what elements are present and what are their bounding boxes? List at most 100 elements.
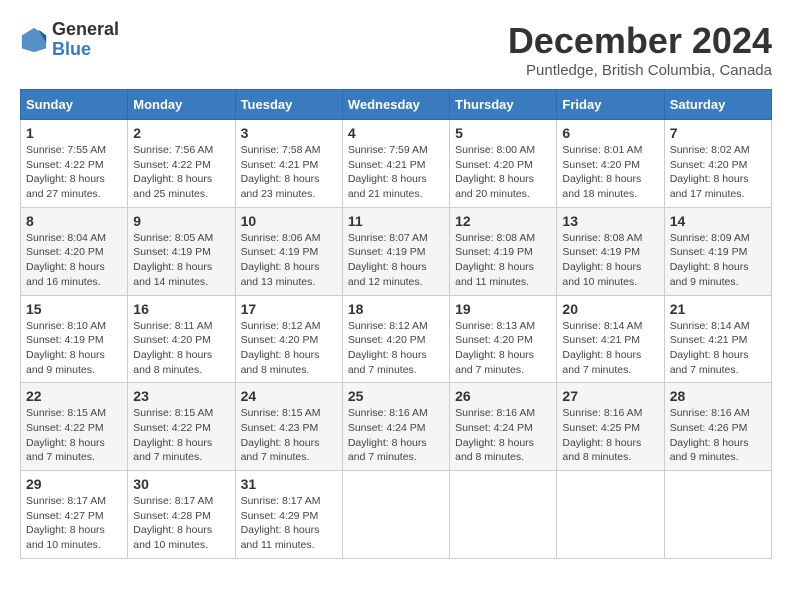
- calendar-cell: 3Sunrise: 7:58 AMSunset: 4:21 PMDaylight…: [235, 120, 342, 208]
- day-number: 3: [241, 125, 337, 141]
- calendar-cell: 15 Sunrise: 8:10 AMSunset: 4:19 PMDayligh…: [21, 295, 128, 383]
- calendar-cell: 17 Sunrise: 8:12 AMSunset: 4:20 PMDayligh…: [235, 295, 342, 383]
- day-number: 16: [133, 301, 229, 317]
- week-row-3: 15 Sunrise: 8:10 AMSunset: 4:19 PMDayligh…: [21, 295, 772, 383]
- day-number: 19: [455, 301, 551, 317]
- day-number: 4: [348, 125, 444, 141]
- calendar-cell: [557, 471, 664, 559]
- weekday-header-thursday: Thursday: [450, 90, 557, 120]
- month-title: December 2024: [508, 20, 772, 62]
- logo-general: General: [52, 20, 119, 40]
- day-number: 8: [26, 213, 122, 229]
- calendar-cell: 12 Sunrise: 8:08 AMSunset: 4:19 PMDayligh…: [450, 207, 557, 295]
- day-number: 30: [133, 476, 229, 492]
- day-info: Sunrise: 8:14 AMSunset: 4:21 PMDaylight:…: [562, 319, 658, 378]
- week-row-5: 29Sunrise: 8:17 AMSunset: 4:27 PMDayligh…: [21, 471, 772, 559]
- day-info: Sunrise: 8:16 AMSunset: 4:25 PMDaylight:…: [562, 406, 658, 465]
- day-info: Sunrise: 8:16 AMSunset: 4:24 PMDaylight:…: [348, 406, 444, 465]
- day-info: Sunrise: 8:14 AMSunset: 4:21 PMDaylight:…: [670, 319, 766, 378]
- day-info: Sunrise: 8:17 AMSunset: 4:28 PMDaylight:…: [133, 494, 229, 553]
- day-number: 7: [670, 125, 766, 141]
- weekday-header-sunday: Sunday: [21, 90, 128, 120]
- location: Puntledge, British Columbia, Canada: [508, 62, 772, 79]
- day-number: 27: [562, 388, 658, 404]
- calendar-cell: 31 Sunrise: 8:17 AMSunset: 4:29 PMDayligh…: [235, 471, 342, 559]
- calendar-cell: 27 Sunrise: 8:16 AMSunset: 4:25 PMDayligh…: [557, 383, 664, 471]
- day-info: Sunrise: 8:16 AMSunset: 4:24 PMDaylight:…: [455, 406, 551, 465]
- day-number: 12: [455, 213, 551, 229]
- calendar-cell: 18Sunrise: 8:12 AMSunset: 4:20 PMDayligh…: [342, 295, 449, 383]
- calendar-table: SundayMondayTuesdayWednesdayThursdayFrid…: [20, 89, 772, 559]
- day-number: 11: [348, 213, 444, 229]
- calendar-cell: 28Sunrise: 8:16 AMSunset: 4:26 PMDayligh…: [664, 383, 771, 471]
- week-row-4: 22 Sunrise: 8:15 AMSunset: 4:22 PMDayligh…: [21, 383, 772, 471]
- weekday-header-saturday: Saturday: [664, 90, 771, 120]
- calendar-cell: 2 Sunrise: 7:56 AMSunset: 4:22 PMDaylight…: [128, 120, 235, 208]
- day-info: Sunrise: 8:08 AMSunset: 4:19 PMDaylight:…: [562, 231, 658, 290]
- day-number: 2: [133, 125, 229, 141]
- day-number: 24: [241, 388, 337, 404]
- day-number: 20: [562, 301, 658, 317]
- day-info: Sunrise: 8:12 AMSunset: 4:20 PMDaylight:…: [241, 319, 337, 378]
- weekday-header-monday: Monday: [128, 90, 235, 120]
- calendar-cell: 25 Sunrise: 8:16 AMSunset: 4:24 PMDayligh…: [342, 383, 449, 471]
- day-info: Sunrise: 8:00 AMSunset: 4:20 PMDaylight:…: [455, 143, 551, 202]
- day-info: Sunrise: 8:09 AMSunset: 4:19 PMDaylight:…: [670, 231, 766, 290]
- calendar-cell: 11 Sunrise: 8:07 AMSunset: 4:19 PMDayligh…: [342, 207, 449, 295]
- day-number: 10: [241, 213, 337, 229]
- calendar-cell: 5 Sunrise: 8:00 AMSunset: 4:20 PMDaylight…: [450, 120, 557, 208]
- day-number: 21: [670, 301, 766, 317]
- day-number: 1: [26, 125, 122, 141]
- weekday-header-wednesday: Wednesday: [342, 90, 449, 120]
- calendar-cell: 7Sunrise: 8:02 AMSunset: 4:20 PMDaylight…: [664, 120, 771, 208]
- day-info: Sunrise: 8:07 AMSunset: 4:19 PMDaylight:…: [348, 231, 444, 290]
- day-number: 22: [26, 388, 122, 404]
- calendar-cell: 6 Sunrise: 8:01 AMSunset: 4:20 PMDaylight…: [557, 120, 664, 208]
- day-info: Sunrise: 8:11 AMSunset: 4:20 PMDaylight:…: [133, 319, 229, 378]
- calendar-cell: 9 Sunrise: 8:05 AMSunset: 4:19 PMDaylight…: [128, 207, 235, 295]
- day-number: 5: [455, 125, 551, 141]
- logo-icon: [20, 26, 48, 54]
- day-number: 15: [26, 301, 122, 317]
- calendar-cell: 10 Sunrise: 8:06 AMSunset: 4:19 PMDayligh…: [235, 207, 342, 295]
- day-number: 9: [133, 213, 229, 229]
- day-info: Sunrise: 8:15 AMSunset: 4:22 PMDaylight:…: [133, 406, 229, 465]
- day-number: 29: [26, 476, 122, 492]
- calendar-cell: 21 Sunrise: 8:14 AMSunset: 4:21 PMDayligh…: [664, 295, 771, 383]
- logo-text: General Blue: [52, 20, 119, 60]
- calendar-cell: 22 Sunrise: 8:15 AMSunset: 4:22 PMDayligh…: [21, 383, 128, 471]
- weekday-header-tuesday: Tuesday: [235, 90, 342, 120]
- day-number: 6: [562, 125, 658, 141]
- day-info: Sunrise: 7:56 AMSunset: 4:22 PMDaylight:…: [133, 143, 229, 202]
- calendar-cell: [664, 471, 771, 559]
- day-number: 26: [455, 388, 551, 404]
- calendar-cell: [342, 471, 449, 559]
- calendar-cell: 16 Sunrise: 8:11 AMSunset: 4:20 PMDayligh…: [128, 295, 235, 383]
- calendar-cell: 19Sunrise: 8:13 AMSunset: 4:20 PMDayligh…: [450, 295, 557, 383]
- day-info: Sunrise: 8:04 AMSunset: 4:20 PMDaylight:…: [26, 231, 122, 290]
- day-info: Sunrise: 8:10 AMSunset: 4:19 PMDaylight:…: [26, 319, 122, 378]
- calendar-cell: 1 Sunrise: 7:55 AMSunset: 4:22 PMDaylight…: [21, 120, 128, 208]
- day-info: Sunrise: 8:08 AMSunset: 4:19 PMDaylight:…: [455, 231, 551, 290]
- day-info: Sunrise: 8:17 AMSunset: 4:29 PMDaylight:…: [241, 494, 337, 553]
- day-number: 17: [241, 301, 337, 317]
- day-info: Sunrise: 8:01 AMSunset: 4:20 PMDaylight:…: [562, 143, 658, 202]
- logo: General Blue: [20, 20, 119, 60]
- day-info: Sunrise: 8:15 AMSunset: 4:23 PMDaylight:…: [241, 406, 337, 465]
- day-info: Sunrise: 8:05 AMSunset: 4:19 PMDaylight:…: [133, 231, 229, 290]
- day-number: 23: [133, 388, 229, 404]
- weekday-header-row: SundayMondayTuesdayWednesdayThursdayFrid…: [21, 90, 772, 120]
- day-number: 25: [348, 388, 444, 404]
- week-row-1: 1 Sunrise: 7:55 AMSunset: 4:22 PMDaylight…: [21, 120, 772, 208]
- calendar-cell: 29Sunrise: 8:17 AMSunset: 4:27 PMDayligh…: [21, 471, 128, 559]
- calendar-cell: 30 Sunrise: 8:17 AMSunset: 4:28 PMDayligh…: [128, 471, 235, 559]
- calendar-cell: [450, 471, 557, 559]
- calendar-cell: 4Sunrise: 7:59 AMSunset: 4:21 PMDaylight…: [342, 120, 449, 208]
- day-info: Sunrise: 8:06 AMSunset: 4:19 PMDaylight:…: [241, 231, 337, 290]
- calendar-cell: 14Sunrise: 8:09 AMSunset: 4:19 PMDayligh…: [664, 207, 771, 295]
- day-number: 31: [241, 476, 337, 492]
- day-info: Sunrise: 8:15 AMSunset: 4:22 PMDaylight:…: [26, 406, 122, 465]
- day-info: Sunrise: 7:55 AMSunset: 4:22 PMDaylight:…: [26, 143, 122, 202]
- calendar-cell: 8 Sunrise: 8:04 AMSunset: 4:20 PMDaylight…: [21, 207, 128, 295]
- title-block: December 2024 Puntledge, British Columbi…: [508, 20, 772, 79]
